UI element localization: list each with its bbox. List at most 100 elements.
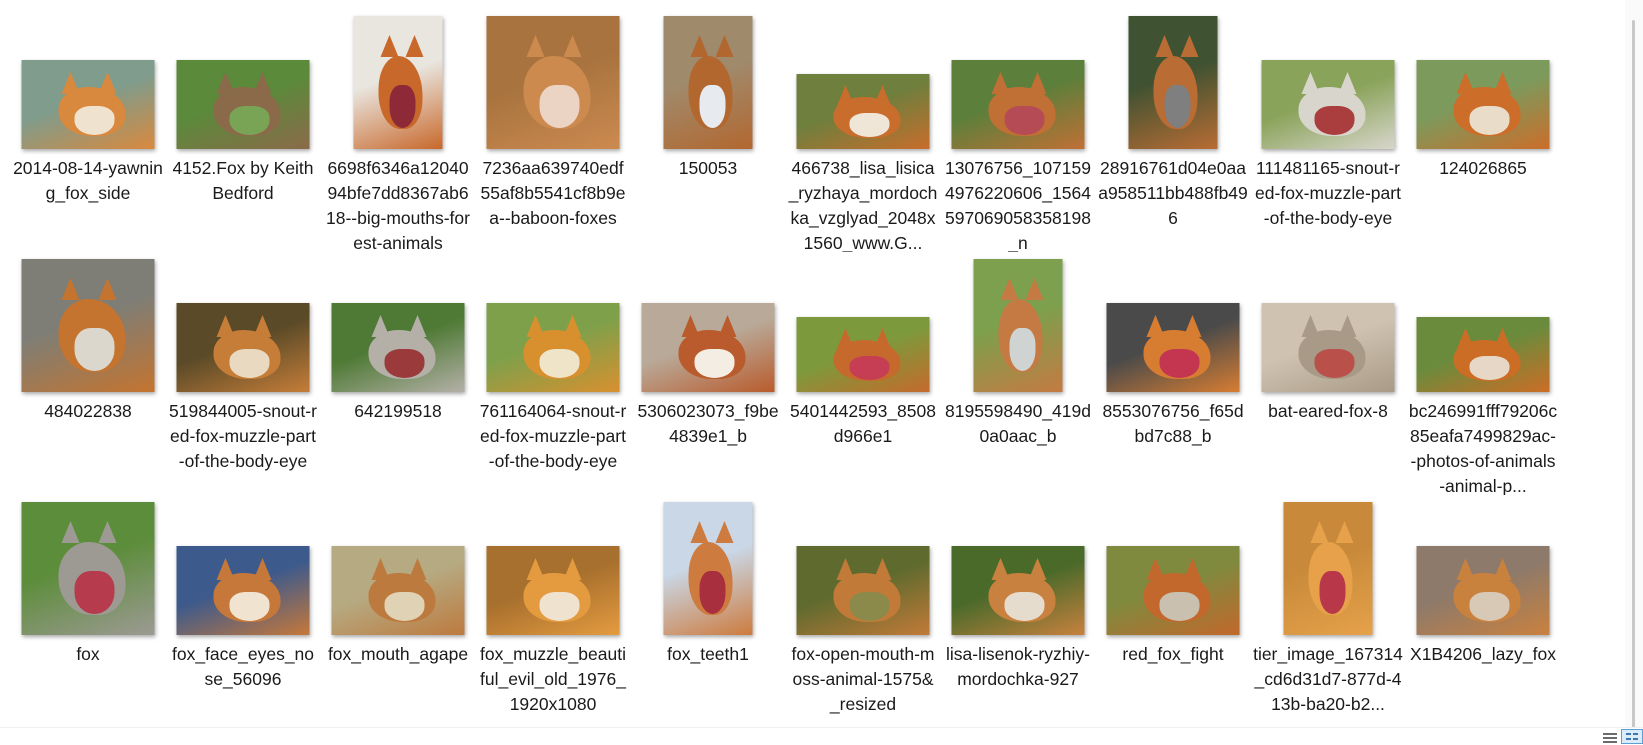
thumbnail-frame xyxy=(1403,14,1563,149)
fox-ear-shape xyxy=(715,520,734,543)
file-item[interactable]: 111481165-snout-red-fox-muzzle-part-of-t… xyxy=(1248,0,1408,254)
file-item[interactable]: 28916761d04e0aaa958511bb488fb496 xyxy=(1093,0,1253,254)
fox-ear-shape xyxy=(98,277,117,300)
file-item[interactable]: fox xyxy=(8,486,168,728)
fox-muzzle-shape xyxy=(1164,85,1191,128)
file-item[interactable]: lisa-lisenok-ryzhiy-mordochka-927 xyxy=(938,486,1098,728)
file-name-label: 642199518 xyxy=(354,401,442,421)
fox-muzzle-shape xyxy=(849,592,890,621)
thumbnail-frame xyxy=(318,257,478,392)
file-item[interactable]: 466738_lisa_lisica_ryzhaya_mordochka_vzg… xyxy=(783,0,943,254)
fox-ear-shape xyxy=(380,34,399,57)
image-thumbnail xyxy=(21,502,155,635)
image-thumbnail xyxy=(1261,60,1395,149)
fox-ear-shape xyxy=(1493,327,1512,350)
fox-ear-shape xyxy=(836,327,855,350)
file-item[interactable]: X1B4206_lazy_fox xyxy=(1403,486,1563,728)
file-item[interactable]: fox-open-mouth-moss-animal-1575&_resized xyxy=(783,486,943,728)
thumbnail-frame xyxy=(1093,257,1253,392)
file-item[interactable]: fox_teeth1 xyxy=(628,486,788,728)
fox-muzzle-shape xyxy=(384,592,425,621)
thumbnail-frame xyxy=(8,14,168,149)
file-item[interactable]: fox_face_eyes_nose_56096 xyxy=(163,486,323,728)
file-item[interactable]: 13076756_1071594976220606_15645970690583… xyxy=(938,0,1098,254)
file-item[interactable]: 484022838 xyxy=(8,243,168,497)
fox-ear-shape xyxy=(216,558,235,581)
file-item[interactable]: 2014-08-14-yawning_fox_side xyxy=(8,0,168,254)
fox-ear-shape xyxy=(61,520,80,543)
file-name-label: fox-open-mouth-moss-animal-1575&_resized xyxy=(791,644,935,714)
thumbnail-frame xyxy=(1403,500,1563,635)
fox-ear-shape xyxy=(253,558,272,581)
thumbnail-frame xyxy=(1248,257,1408,392)
image-thumbnail xyxy=(353,16,443,149)
file-item[interactable]: 519844005-snout-red-fox-muzzle-part-of-t… xyxy=(163,243,323,497)
fox-ear-shape xyxy=(61,72,80,95)
fox-muzzle-shape xyxy=(1469,106,1510,135)
image-thumbnail xyxy=(951,546,1085,635)
fox-ear-shape xyxy=(563,34,582,57)
image-thumbnail xyxy=(176,303,310,392)
fox-muzzle-shape xyxy=(1159,592,1200,621)
file-item[interactable]: 150053 xyxy=(628,0,788,254)
file-item[interactable]: 6698f6346a1204094bfe7dd8367ab618--big-mo… xyxy=(318,0,478,254)
scrollbar-thumb[interactable] xyxy=(1632,20,1635,728)
file-item[interactable]: 4152.Fox by Keith Bedford xyxy=(163,0,323,254)
image-thumbnail xyxy=(486,546,620,635)
large-icons-view-icon[interactable] xyxy=(1621,729,1643,744)
fox-ear-shape xyxy=(873,327,892,350)
file-item[interactable]: 5306023073_f9be4839e1_b xyxy=(628,243,788,497)
file-item[interactable]: bat-eared-fox-8 xyxy=(1248,243,1408,497)
fox-ear-shape xyxy=(991,72,1010,95)
vertical-scrollbar[interactable] xyxy=(1625,0,1643,728)
fox-muzzle-shape xyxy=(539,592,580,621)
file-item[interactable]: bc246991fff79206c85eafa7499829ac--photos… xyxy=(1403,243,1563,497)
file-item[interactable]: tier_image_167314_cd6d31d7-877d-413b-ba2… xyxy=(1248,486,1408,728)
file-name-label: 5306023073_f9be4839e1_b xyxy=(637,401,779,446)
thumbnail-frame xyxy=(8,500,168,635)
fox-ear-shape xyxy=(371,315,390,338)
file-name-label: 150053 xyxy=(678,158,738,178)
file-item[interactable]: 124026865 xyxy=(1403,0,1563,254)
fox-muzzle-shape xyxy=(1319,571,1346,614)
thumbnail-frame xyxy=(163,500,323,635)
fox-muzzle-shape xyxy=(74,571,115,614)
details-view-icon[interactable] xyxy=(1599,730,1621,744)
image-thumbnail xyxy=(331,303,465,392)
file-item[interactable]: 761164064-snout-red-fox-muzzle-part-of-t… xyxy=(473,243,633,497)
file-item[interactable]: 8195598490_419d0a0aac_b xyxy=(938,243,1098,497)
fox-ear-shape xyxy=(1028,72,1047,95)
thumbnail-frame xyxy=(783,257,943,392)
file-item[interactable]: 8553076756_f65dbd7c88_b xyxy=(1093,243,1253,497)
image-thumbnail xyxy=(951,60,1085,149)
fox-muzzle-shape xyxy=(699,85,726,128)
thumbnail-frame xyxy=(783,14,943,149)
image-thumbnail xyxy=(176,60,310,149)
fox-ear-shape xyxy=(1146,315,1165,338)
image-thumbnail xyxy=(1416,546,1550,635)
fox-muzzle-shape xyxy=(74,106,115,135)
image-thumbnail xyxy=(1416,317,1550,392)
file-name-label: 111481165-snout-red-fox-muzzle-part-of-t… xyxy=(1255,158,1401,228)
fox-ear-shape xyxy=(690,34,709,57)
file-item[interactable]: 642199518 xyxy=(318,243,478,497)
thumbnail-frame xyxy=(1248,500,1408,635)
file-name-label: tier_image_167314_cd6d31d7-877d-413b-ba2… xyxy=(1253,644,1403,714)
file-item[interactable]: red_fox_fight xyxy=(1093,486,1253,728)
file-item[interactable]: 7236aa639740edf55af8b5541cf8b9ea--baboon… xyxy=(473,0,633,254)
file-name-label: 4152.Fox by Keith Bedford xyxy=(172,158,314,203)
file-item[interactable]: fox_muzzle_beautiful_evil_old_1976_1920x… xyxy=(473,486,633,728)
fox-ear-shape xyxy=(1338,315,1357,338)
file-grid: 2014-08-14-yawning_fox_side 4152.Fox by K… xyxy=(0,0,1620,728)
fox-ear-shape xyxy=(1493,72,1512,95)
file-item[interactable]: fox_mouth_agape xyxy=(318,486,478,728)
thumbnail-frame xyxy=(1403,257,1563,392)
fox-ear-shape xyxy=(1146,558,1165,581)
file-name-label: 484022838 xyxy=(44,401,132,421)
fox-ear-shape xyxy=(1456,558,1475,581)
fox-ear-shape xyxy=(873,558,892,581)
fox-ear-shape xyxy=(1025,277,1044,300)
file-item[interactable]: 5401442593_8508d966e1 xyxy=(783,243,943,497)
fox-ear-shape xyxy=(715,34,734,57)
fox-ear-shape xyxy=(991,558,1010,581)
